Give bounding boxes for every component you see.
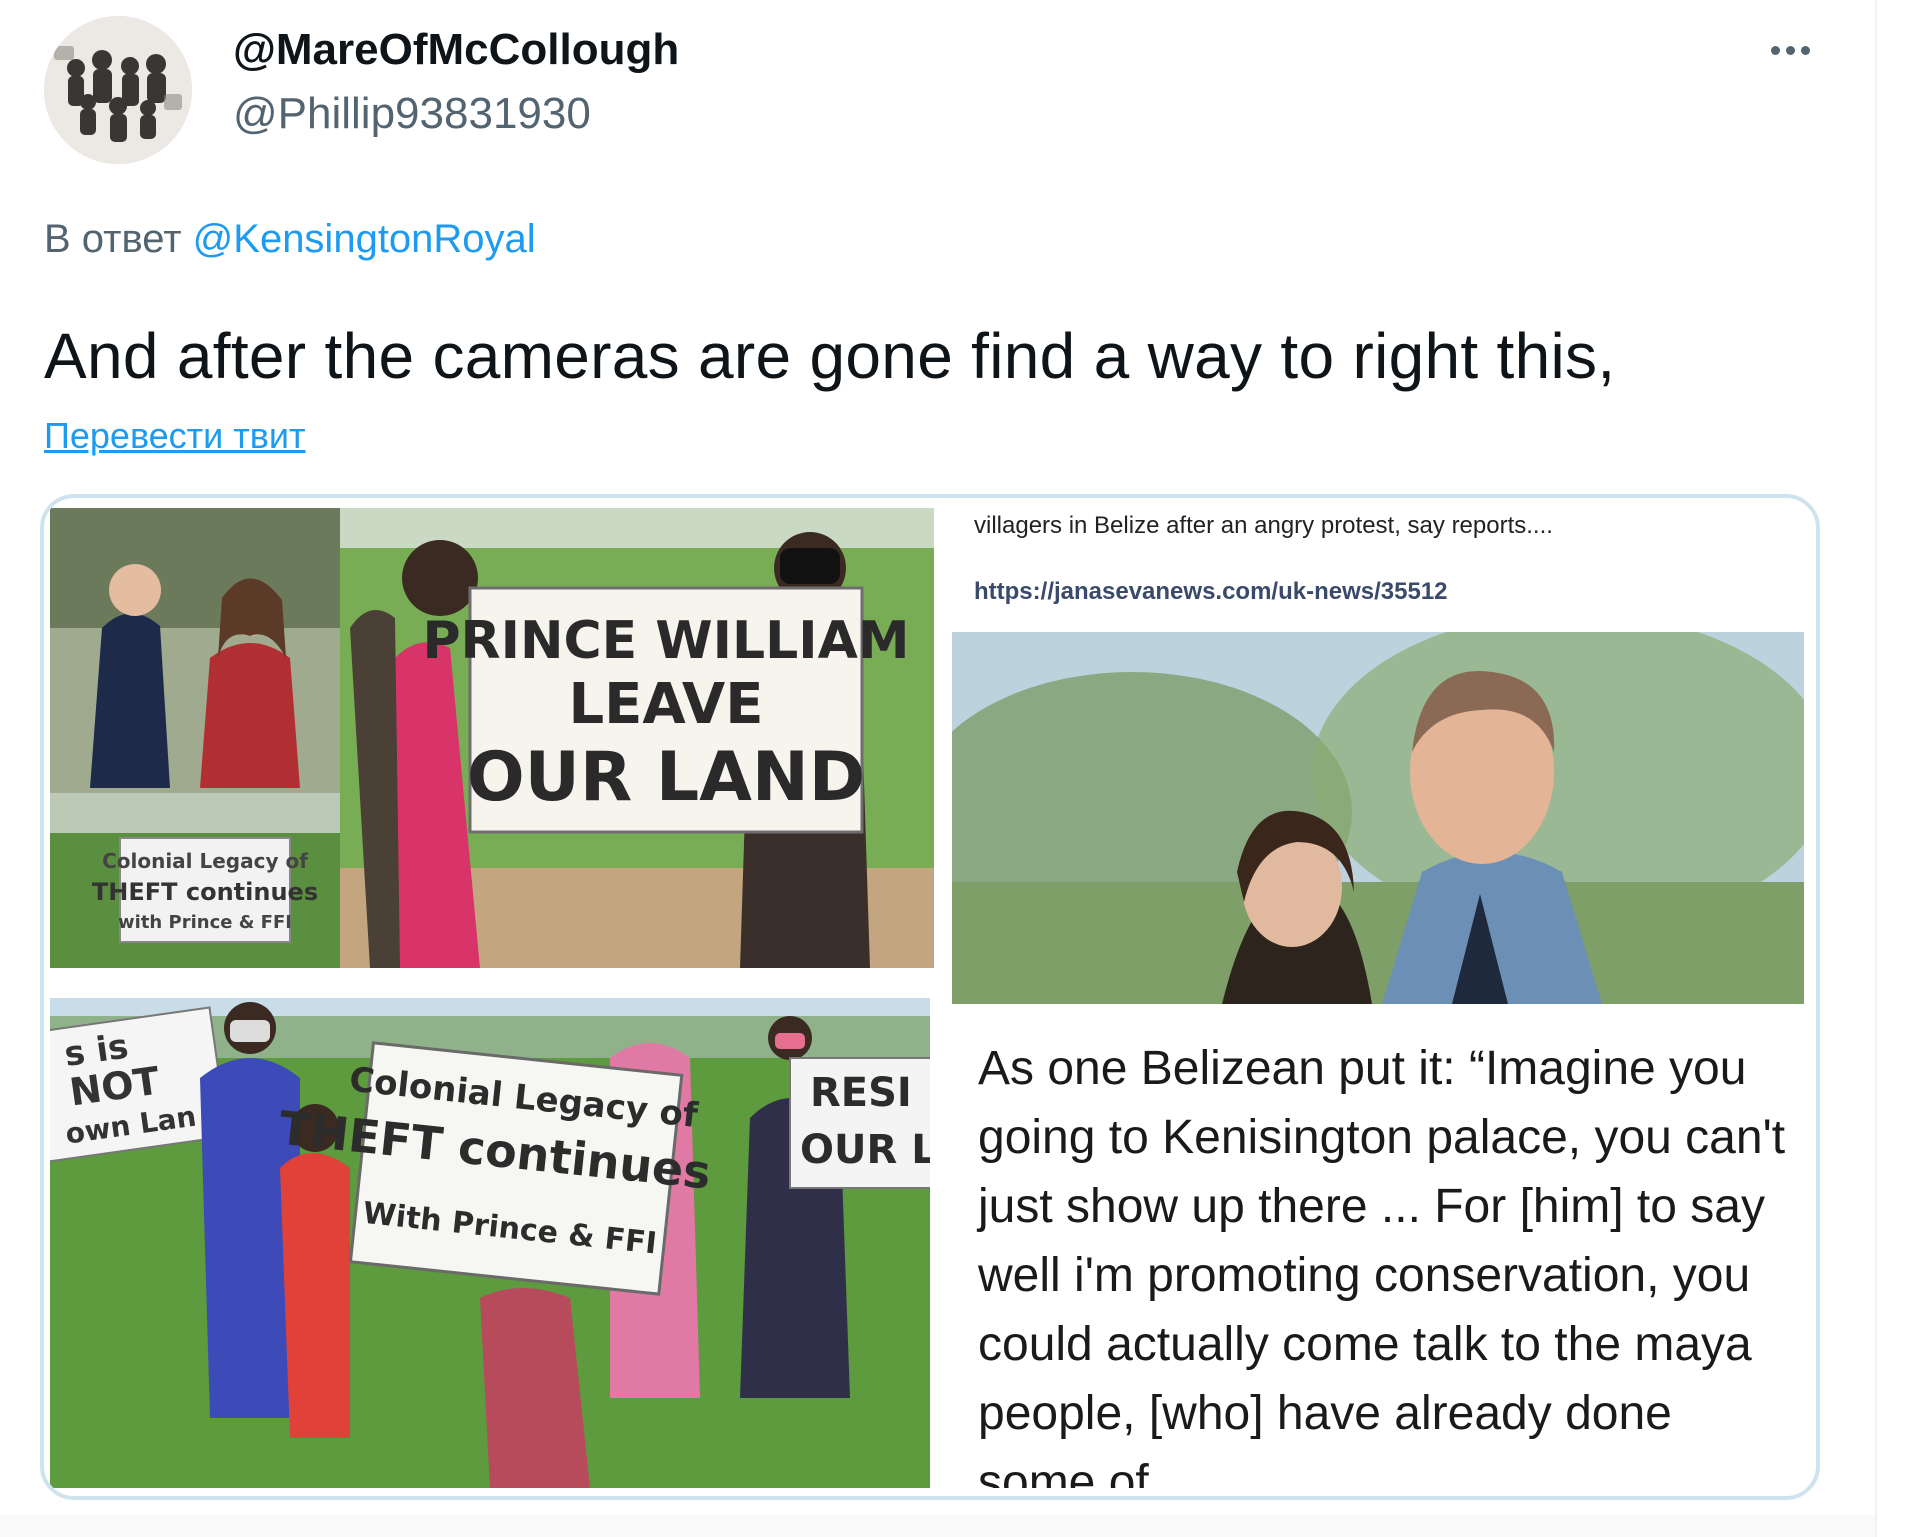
- svg-text:THEFT continues: THEFT continues: [92, 878, 318, 906]
- translate-tweet-link[interactable]: Перевести твит: [44, 413, 306, 459]
- more-options-button[interactable]: [1760, 26, 1820, 74]
- reply-context: В ответ @KensingtonRoyal: [44, 214, 536, 264]
- protest-photo-2[interactable]: s is NOT own Lan Colonial Legacy of THEF…: [50, 998, 930, 1488]
- quote-panel[interactable]: As one Belizean put it: “Imagine you goi…: [952, 1018, 1804, 1488]
- article-snippet-text: villagers in Belize after an angry prote…: [974, 512, 1553, 539]
- author-handle[interactable]: @Phillip93831930: [233, 88, 591, 140]
- svg-text:LEAVE: LEAVE: [568, 672, 763, 737]
- royals-photo: [952, 632, 1804, 1004]
- svg-text:OUR L: OUR L: [800, 1127, 930, 1173]
- reply-mention-link[interactable]: @KensingtonRoyal: [193, 217, 536, 261]
- tweet-divider: [0, 1515, 1875, 1537]
- svg-text:PRINCE WILLIAM: PRINCE WILLIAM: [422, 611, 909, 671]
- partial-sign-right-text: RESI: [810, 1070, 912, 1116]
- tweet-text: And after the cameras are gone find a wa…: [44, 320, 1616, 392]
- avatar-photo-icon: [44, 16, 192, 164]
- inset-sign-text: Colonial Legacy of: [102, 849, 308, 873]
- article-screenshot[interactable]: villagers in Belize after an angry prote…: [952, 508, 1804, 1020]
- timeline-border: [1875, 0, 1877, 1537]
- svg-text:OUR LAND: OUR LAND: [467, 738, 865, 817]
- more-horizontal-icon: [1770, 45, 1780, 55]
- protest-photo-1[interactable]: Colonial Legacy of THEFT continues with …: [50, 508, 934, 968]
- quote-text: As one Belizean put it: “Imagine you goi…: [978, 1042, 1786, 1488]
- reply-prefix: В ответ: [44, 217, 182, 261]
- tweet-media-collage[interactable]: Colonial Legacy of THEFT continues with …: [40, 494, 1820, 1500]
- author-display-name[interactable]: @MareOfMcCollough: [233, 24, 679, 76]
- svg-text:with Prince & FFI: with Prince & FFI: [118, 912, 292, 933]
- avatar[interactable]: [44, 16, 192, 164]
- article-url[interactable]: https://janasevanews.com/uk-news/35512: [974, 578, 1448, 606]
